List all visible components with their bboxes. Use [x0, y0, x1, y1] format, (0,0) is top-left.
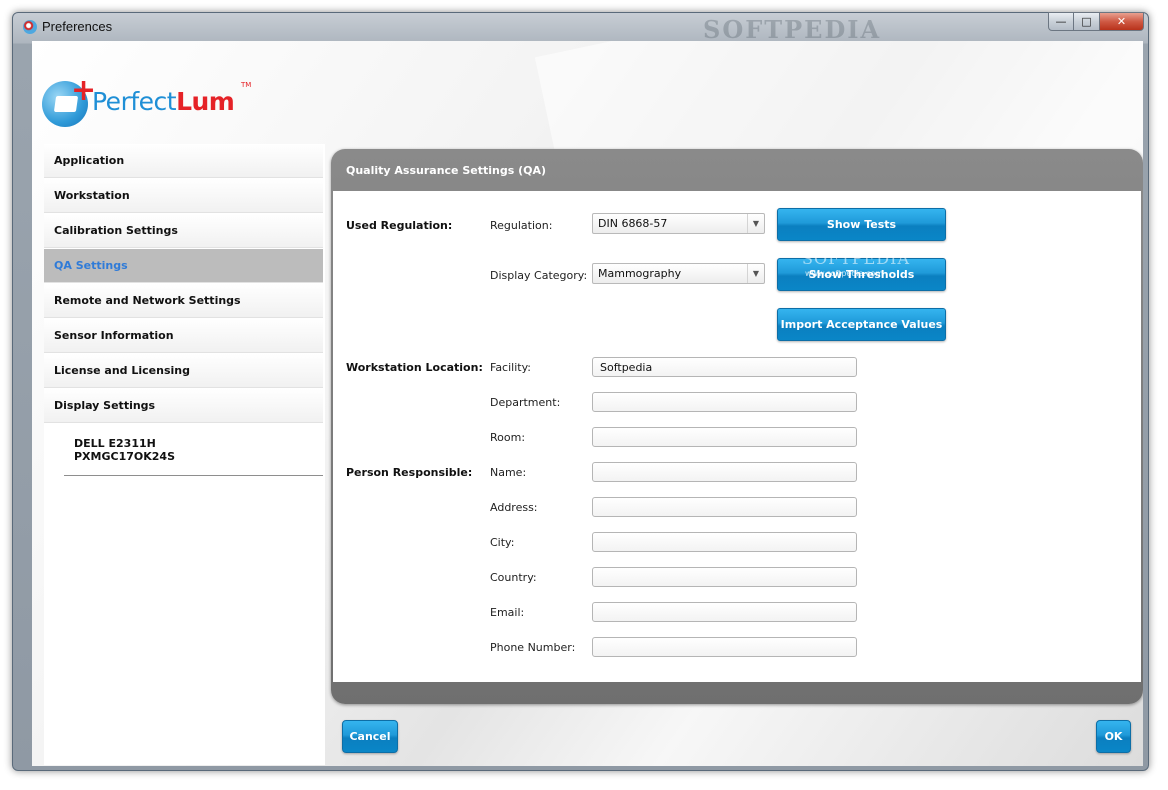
display-divider [64, 475, 323, 476]
department-field[interactable] [592, 392, 857, 412]
sidebar-item-license[interactable]: License and Licensing [44, 354, 323, 388]
app-icon [23, 20, 37, 34]
client-area: + PerfectLum TM Application Workstation … [32, 41, 1143, 766]
country-label: Country: [490, 571, 537, 584]
display-category-select[interactable]: Mammography ▼ [592, 263, 765, 284]
display-category-label: Display Category: [490, 269, 588, 282]
sidebar: Application Workstation Calibration Sett… [44, 144, 325, 765]
section-used-regulation: Used Regulation: [346, 219, 453, 232]
logo-wordmark-suffix: Lum [176, 87, 235, 116]
logo-wordmark-prefix: Perfect [92, 87, 177, 116]
email-field[interactable] [592, 602, 857, 622]
display-model: DELL E2311H [74, 437, 156, 450]
sidebar-item-sensor-information[interactable]: Sensor Information [44, 319, 323, 353]
display-serial: PXMGC17OK24S [74, 450, 176, 463]
sidebar-item-workstation[interactable]: Workstation [44, 179, 323, 213]
section-workstation-location: Workstation Location: [346, 361, 483, 374]
cancel-button[interactable]: Cancel [342, 720, 398, 753]
regulation-value: DIN 6868-57 [598, 217, 668, 230]
address-label: Address: [490, 501, 538, 514]
import-acceptance-values-button[interactable]: Import Acceptance Values [777, 308, 946, 341]
regulation-select[interactable]: DIN 6868-57 ▼ [592, 213, 765, 234]
perfectlum-logo: + PerfectLum TM [42, 73, 262, 139]
phone-number-field[interactable] [592, 637, 857, 657]
city-field[interactable] [592, 532, 857, 552]
name-field[interactable] [592, 462, 857, 482]
sidebar-item-application[interactable]: Application [44, 144, 323, 178]
room-label: Room: [490, 431, 526, 444]
maximize-button[interactable]: □ [1074, 12, 1100, 31]
logo-wordmark: PerfectLum [92, 87, 235, 116]
room-field[interactable] [592, 427, 857, 447]
logo-trademark: TM [241, 81, 252, 89]
regulation-label: Regulation: [490, 219, 553, 232]
country-field[interactable] [592, 567, 857, 587]
close-icon: ✕ [1116, 15, 1127, 28]
show-tests-button[interactable]: Show Tests [777, 208, 946, 241]
close-button[interactable]: ✕ [1100, 12, 1144, 31]
display-category-value: Mammography [598, 267, 682, 280]
title-watermark: SOFTPEDIA [703, 15, 882, 44]
show-thresholds-button[interactable]: Show Thresholds [777, 258, 946, 291]
sidebar-item-calibration-settings[interactable]: Calibration Settings [44, 214, 323, 248]
facility-field[interactable] [592, 357, 857, 377]
preferences-window: Preferences SOFTPEDIA — □ ✕ + PerfectLum… [12, 12, 1149, 771]
sidebar-item-remote-network[interactable]: Remote and Network Settings [44, 284, 323, 318]
display-entry[interactable]: DELL E2311H PXMGC17OK24S [74, 437, 175, 463]
sidebar-item-display-settings[interactable]: Display Settings [44, 389, 323, 423]
window-title: Preferences [42, 19, 113, 34]
name-label: Name: [490, 466, 527, 479]
qa-settings-panel: Quality Assurance Settings (QA) Used Reg… [331, 149, 1143, 704]
section-person-responsible: Person Responsible: [346, 466, 473, 479]
panel-body: Used Regulation: Regulation: DIN 6868-57… [333, 191, 1141, 682]
maximize-icon: □ [1081, 15, 1092, 28]
minimize-icon: — [1055, 15, 1067, 28]
minimize-button[interactable]: — [1048, 12, 1074, 31]
address-field[interactable] [592, 497, 857, 517]
department-label: Department: [490, 396, 561, 409]
title-bar[interactable]: Preferences SOFTPEDIA — □ ✕ [13, 12, 1148, 44]
sidebar-item-qa-settings[interactable]: QA Settings [44, 249, 323, 283]
ok-button[interactable]: OK [1096, 720, 1131, 753]
email-label: Email: [490, 606, 525, 619]
caption-buttons: — □ ✕ [1048, 12, 1144, 31]
panel-title: Quality Assurance Settings (QA) [346, 164, 547, 177]
phone-number-label: Phone Number: [490, 641, 576, 654]
chevron-down-icon: ▼ [747, 264, 764, 283]
facility-label: Facility: [490, 361, 532, 374]
chevron-down-icon: ▼ [747, 214, 764, 233]
city-label: City: [490, 536, 515, 549]
